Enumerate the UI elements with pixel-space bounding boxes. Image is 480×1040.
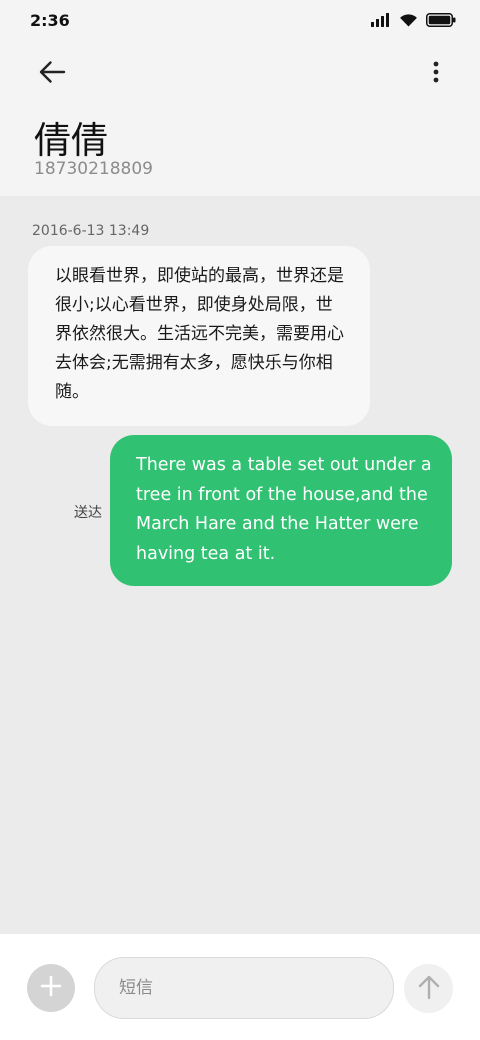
back-button[interactable] [32,54,72,94]
status-bar: 2:36 [0,0,480,44]
incoming-message-bubble[interactable]: 以眼看世界，即使站的最高，世界还是很小;以心看世界，即使身处局限，世界依然很大。… [28,246,370,426]
more-vertical-icon [433,61,439,87]
send-button[interactable] [404,964,453,1013]
message-thread[interactable]: 2016-6-13 13:49 以眼看世界，即使站的最高，世界还是很小;以心看世… [0,196,480,934]
back-arrow-icon [38,60,66,88]
send-arrow-icon [418,974,440,1004]
more-options-button[interactable] [426,54,446,94]
add-attachment-button[interactable] [27,964,75,1012]
battery-icon [426,12,456,31]
message-input[interactable] [94,957,394,1019]
contact-number: 18730218809 [34,159,153,179]
compose-bar [0,934,480,1040]
conversation-header: 倩倩 18730218809 [0,44,480,196]
outgoing-message-bubble[interactable]: There was a table set out under a tree i… [110,435,452,586]
delivery-status: 送达 [74,505,102,521]
status-icons [371,12,456,31]
plus-icon [40,975,62,1001]
contact-name: 倩倩 [34,119,108,162]
signal-icon [371,12,391,31]
status-time: 2:36 [30,11,70,30]
message-timestamp: 2016-6-13 13:49 [32,223,150,239]
wifi-icon [399,12,418,31]
